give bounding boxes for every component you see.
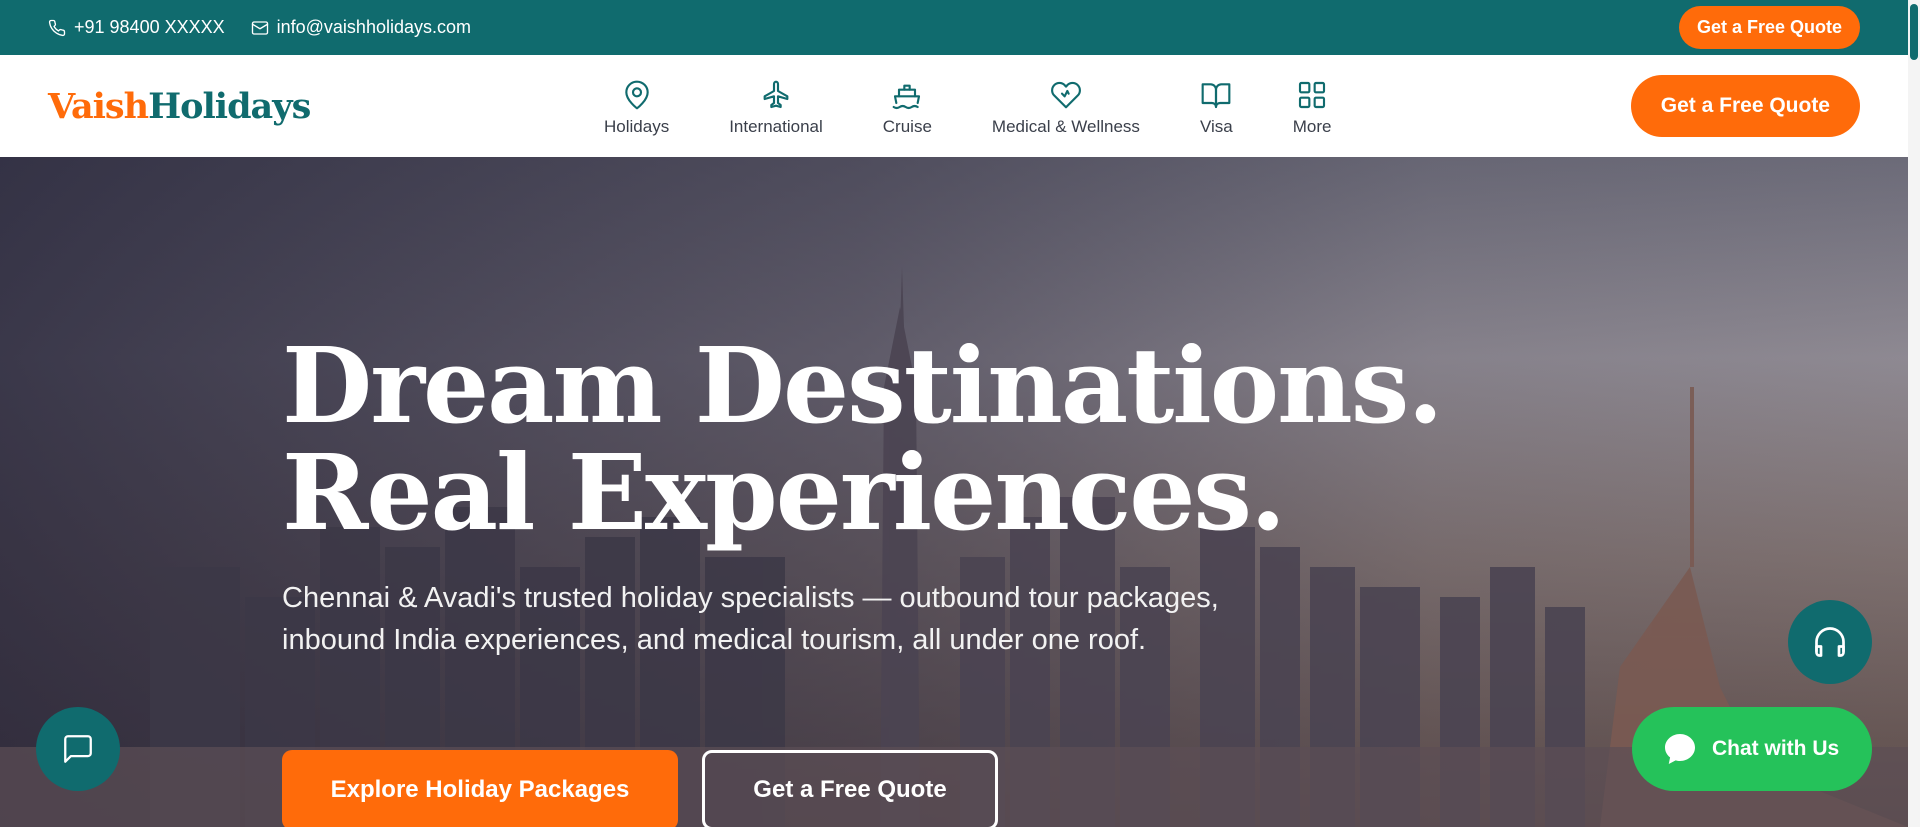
headphones-icon: [1815, 627, 1845, 657]
chat-bubble-icon: [1665, 734, 1695, 764]
plane-icon: [763, 80, 789, 109]
mail-icon: [251, 20, 268, 35]
top-contact-bar: +91 98400 XXXXX info@vaishholidays.com G…: [0, 0, 1908, 55]
hero-subtitle: Chennai & Avadi's trusted holiday specia…: [282, 582, 1219, 656]
nav-item-holidays[interactable]: Holidays: [574, 75, 699, 137]
explore-packages-button[interactable]: Explore Holiday Packages: [282, 750, 678, 827]
nav-item-visa[interactable]: Visa: [1170, 75, 1263, 137]
nav-item-international[interactable]: International: [699, 75, 853, 137]
heart-pulse-icon: [1050, 81, 1081, 109]
hero-title-line1: Dream Destinations.: [282, 324, 1444, 447]
chat-label: Chat with Us: [1712, 737, 1840, 760]
nav-item-medical-wellness[interactable]: Medical & Wellness: [962, 75, 1170, 137]
phone-contact[interactable]: +91 98400 XXXXX: [48, 17, 225, 38]
nav-item-label: Visa: [1199, 117, 1233, 136]
ship-icon: [892, 84, 921, 110]
nav-item-label: Medical & Wellness: [991, 117, 1140, 136]
nav-quote-button[interactable]: Get a Free Quote: [1630, 75, 1860, 137]
grid-icon: [1298, 81, 1326, 109]
logo-text-secondary: Holidays: [148, 85, 311, 127]
page-scrollbar[interactable]: [1908, 0, 1920, 827]
email-address: info@vaishholidays.com: [276, 17, 471, 37]
phone-icon: [48, 19, 66, 36]
nav-item-label: More: [1292, 117, 1332, 136]
nav-item-label: International: [729, 117, 823, 136]
hero-title-line2: Real Experiences.: [282, 431, 1286, 554]
scrollbar-thumb[interactable]: [1910, 4, 1918, 60]
hero-title: Dream Destinations. Real Experiences.: [282, 324, 1444, 554]
main-navigation: VaishHolidays Holidays International Cru…: [0, 55, 1908, 157]
email-contact[interactable]: info@vaishholidays.com: [251, 17, 471, 38]
nav-item-label: Holidays: [604, 117, 670, 136]
nav-item-label: Cruise: [882, 117, 932, 136]
hero-section: Dream Destinations. Real Experiences. Ch…: [0, 157, 1908, 827]
message-square-icon: [64, 735, 92, 763]
feedback-chat-button[interactable]: [36, 707, 120, 791]
nav-item-cruise[interactable]: Cruise: [853, 75, 962, 137]
site-logo[interactable]: VaishHolidays: [48, 85, 311, 127]
chat-with-us-button[interactable]: Chat with Us: [1632, 707, 1872, 791]
book-open-icon: [1201, 83, 1231, 109]
support-button[interactable]: [1788, 600, 1872, 684]
phone-number: +91 98400 XXXXX: [74, 17, 225, 37]
hero-quote-button[interactable]: Get a Free Quote: [702, 750, 998, 827]
nav-menu: Holidays International Cruise Medical & …: [574, 55, 1361, 157]
nav-item-more[interactable]: More: [1263, 75, 1362, 137]
map-pin-icon: [624, 80, 649, 110]
logo-text-primary: Vaish: [48, 85, 149, 127]
topbar-quote-button[interactable]: Get a Free Quote: [1678, 6, 1860, 49]
